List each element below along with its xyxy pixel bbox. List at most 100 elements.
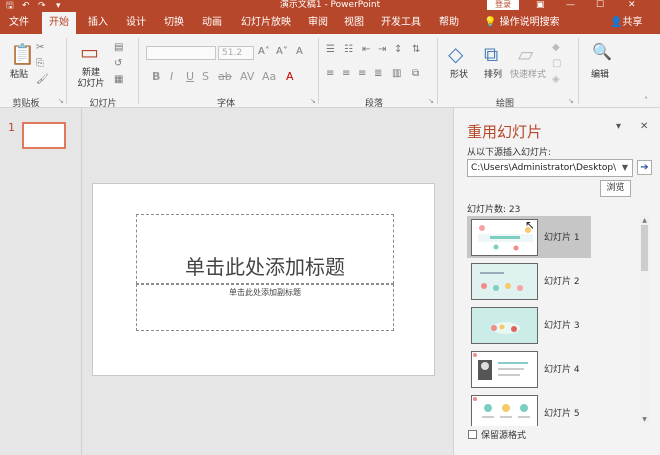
tab-file[interactable]: 文件 <box>4 12 34 34</box>
tab-review[interactable]: 审阅 <box>304 12 332 34</box>
tab-help[interactable]: 帮助 <box>434 12 464 34</box>
increase-indent-icon[interactable]: ⇥ <box>378 44 386 55</box>
clipboard-launcher-icon[interactable]: ↘ <box>58 97 64 105</box>
collapse-ribbon-icon[interactable]: ˄ <box>644 96 648 105</box>
browse-button[interactable]: 浏览 <box>600 180 631 197</box>
tab-design[interactable]: 设计 <box>120 12 152 34</box>
reuse-slide-item[interactable]: 幻灯片 2 <box>467 260 591 302</box>
window-title: 演示文稿1 - PowerPoint <box>279 0 381 10</box>
justify-icon[interactable]: ≣ <box>374 68 382 79</box>
go-arrow-icon[interactable]: ➔ <box>637 160 652 175</box>
reuse-slide-item[interactable]: 幻灯片 5 <box>467 392 591 426</box>
text-direction-icon[interactable]: ⇅ <box>412 44 420 55</box>
reuse-slides-pane: 重用幻灯片 ▾ ✕ 从以下源插入幻灯片: C:\Users\Administra… <box>453 108 660 455</box>
ribbon-home: 📋 粘贴 ✂ ⎘ 🖌 剪贴板 ↘ ▭ 新建 幻灯片 ▤ ↺ ▦ 幻灯片 51.2… <box>0 34 660 109</box>
tab-transitions[interactable]: 切换 <box>158 12 190 34</box>
font-name-combo[interactable] <box>146 46 216 60</box>
strikethrough-icon[interactable]: ab <box>218 70 232 83</box>
format-painter-icon[interactable]: 🖌 <box>36 74 49 85</box>
reset-icon[interactable]: ↺ <box>114 58 122 69</box>
slide-thumbnail[interactable] <box>22 122 66 149</box>
find-icon[interactable]: 🔍 <box>592 42 612 61</box>
title-placeholder[interactable]: 单击此处添加标题 <box>136 214 394 284</box>
pane-close-icon[interactable]: ✕ <box>640 121 648 132</box>
font-launcher-icon[interactable]: ↘ <box>310 97 316 105</box>
quick-styles-icon[interactable]: ▱ <box>518 42 533 66</box>
ribbon-display-icon[interactable]: ▣ <box>536 0 545 11</box>
arrange-icon[interactable]: ⧉ <box>484 42 498 66</box>
group-separator <box>138 38 139 104</box>
cut-icon[interactable]: ✂ <box>36 42 44 53</box>
slide-canvas[interactable]: 单击此处添加标题 单击此处添加副标题 <box>92 183 435 376</box>
shape-effects-icon[interactable]: ◈ <box>552 74 560 85</box>
group-separator <box>437 38 438 104</box>
editing-button[interactable]: 编辑 <box>584 70 616 81</box>
smartart-icon[interactable]: ⧉ <box>412 68 419 79</box>
copy-icon[interactable]: ⎘ <box>36 58 44 69</box>
maximize-icon[interactable]: ☐ <box>596 0 604 11</box>
change-case-icon[interactable]: Aa <box>262 70 276 83</box>
slide-list-scrollbar[interactable]: ▲ ▼ <box>640 216 649 424</box>
tab-view[interactable]: 视图 <box>340 12 368 34</box>
align-left-icon[interactable]: ≡ <box>326 68 334 79</box>
minimize-icon[interactable]: — <box>566 0 575 11</box>
drawing-launcher-icon[interactable]: ↘ <box>568 97 574 105</box>
paragraph-launcher-icon[interactable]: ↘ <box>428 97 434 105</box>
font-shrink-icon[interactable]: A˅ <box>276 46 288 57</box>
shapes-button[interactable]: 形状 <box>444 70 474 81</box>
font-color-icon[interactable]: A <box>286 70 294 83</box>
tab-developer[interactable]: 开发工具 <box>376 12 426 34</box>
reuse-slide-label: 幻灯片 1 <box>544 233 580 243</box>
checkbox-icon[interactable] <box>468 430 477 439</box>
pane-options-icon[interactable]: ▾ <box>616 121 621 132</box>
shapes-icon[interactable]: ◇ <box>448 42 463 66</box>
arrange-button[interactable]: 排列 <box>478 70 508 81</box>
italic-icon[interactable]: I <box>170 70 173 83</box>
scroll-up-icon[interactable]: ▲ <box>640 216 649 225</box>
underline-icon[interactable]: U <box>186 70 194 83</box>
tab-slideshow[interactable]: 幻灯片放映 <box>236 12 296 34</box>
slide-preview <box>471 263 538 300</box>
shape-fill-icon[interactable]: ◆ <box>552 42 560 53</box>
char-spacing-icon[interactable]: AV <box>240 70 254 83</box>
numbering-icon[interactable]: ☷ <box>344 44 353 55</box>
slide-thumbnail-pane: 1 <box>0 108 82 455</box>
font-grow-icon[interactable]: A˄ <box>258 46 270 57</box>
subtitle-placeholder[interactable]: 单击此处添加副标题 <box>136 284 394 331</box>
slide-editor: 单击此处添加标题 单击此处添加副标题 <box>83 108 453 455</box>
new-slide-icon[interactable]: ▭ <box>80 40 99 64</box>
login-button[interactable]: 登录 <box>487 0 519 10</box>
shape-outline-icon[interactable]: ▢ <box>552 58 561 69</box>
columns-icon[interactable]: ▥ <box>392 68 401 79</box>
section-icon[interactable]: ▦ <box>114 74 123 85</box>
line-spacing-icon[interactable]: ↕ <box>394 44 402 55</box>
keep-source-format-checkbox[interactable]: 保留源格式 <box>468 428 526 441</box>
slide-preview <box>471 307 538 344</box>
chevron-down-icon[interactable]: ▼ <box>618 160 632 176</box>
font-size-combo[interactable]: 51.2 <box>218 46 254 60</box>
decrease-indent-icon[interactable]: ⇤ <box>362 44 370 55</box>
paste-icon[interactable]: 📋 <box>10 42 35 66</box>
reuse-slide-item[interactable]: 幻灯片 3 <box>467 304 591 346</box>
reuse-slide-item[interactable]: 幻灯片 1 ↖ <box>467 216 591 258</box>
tell-me-search[interactable]: 💡 操作说明搜索 <box>484 12 560 34</box>
reuse-slide-item[interactable]: 幻灯片 4 <box>467 348 591 390</box>
bullets-icon[interactable]: ☰ <box>326 44 335 55</box>
tab-insert[interactable]: 插入 <box>82 12 114 34</box>
tab-animations[interactable]: 动画 <box>196 12 228 34</box>
clear-format-icon[interactable]: A <box>296 46 303 57</box>
tab-home[interactable]: 开始 <box>42 12 76 35</box>
scrollbar-thumb[interactable] <box>641 225 648 271</box>
source-path-input[interactable]: C:\Users\Administrator\Desktop\ <box>467 159 633 177</box>
paste-button[interactable]: 粘贴 <box>4 70 34 81</box>
new-slide-button[interactable]: 新建 幻灯片 <box>70 68 112 90</box>
align-center-icon[interactable]: ≡ <box>342 68 350 79</box>
share-button[interactable]: 👤共享 <box>610 12 642 34</box>
scroll-down-icon[interactable]: ▼ <box>640 415 649 424</box>
bold-icon[interactable]: B <box>152 70 160 83</box>
quick-styles-button[interactable]: 快速样式 <box>508 70 548 81</box>
align-right-icon[interactable]: ≡ <box>358 68 366 79</box>
shadow-icon[interactable]: S <box>202 70 209 83</box>
layout-icon[interactable]: ▤ <box>114 42 123 53</box>
close-icon[interactable]: ✕ <box>628 0 636 11</box>
